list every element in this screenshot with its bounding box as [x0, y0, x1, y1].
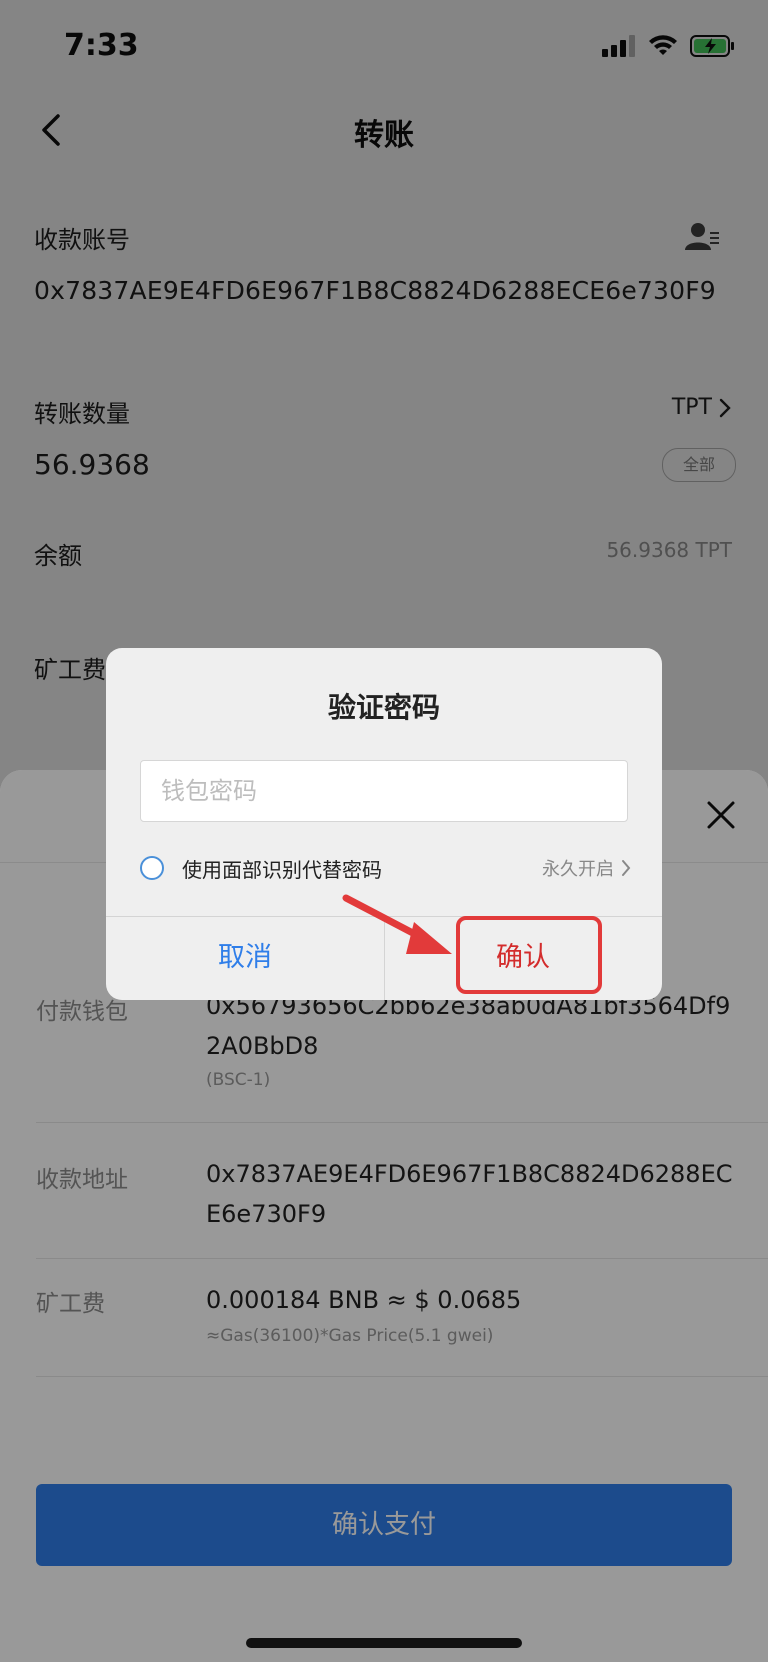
confirm-highlight-box — [456, 916, 602, 994]
chevron-right-icon — [622, 860, 631, 876]
face-id-radio[interactable] — [140, 856, 164, 880]
home-indicator — [246, 1638, 522, 1648]
face-id-option-label: 永久开启 — [542, 859, 614, 880]
wallet-password-input[interactable] — [140, 760, 628, 822]
face-id-option[interactable]: 永久开启 — [542, 855, 632, 881]
face-id-label[interactable]: 使用面部识别代替密码 — [182, 854, 382, 883]
dialog-title: 验证密码 — [327, 691, 440, 724]
annotation-arrow-icon — [342, 894, 452, 954]
